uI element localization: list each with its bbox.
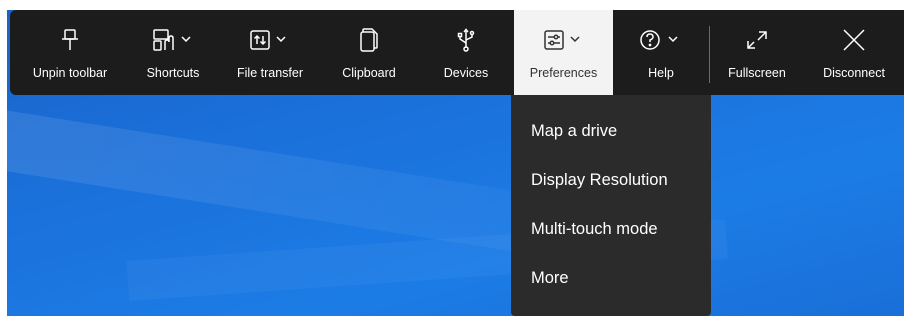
- fullscreen-label: Fullscreen: [728, 66, 786, 80]
- preferences-button[interactable]: Preferences: [514, 10, 613, 95]
- file-transfer-label: File transfer: [237, 66, 303, 80]
- preferences-icon: [543, 24, 584, 56]
- shortcuts-icon: [153, 24, 193, 56]
- file-transfer-button[interactable]: File transfer: [220, 10, 320, 95]
- menu-item-label: Map a drive: [531, 122, 618, 140]
- clipboard-icon: [359, 24, 379, 56]
- fullscreen-button[interactable]: Fullscreen: [710, 10, 804, 95]
- clipboard-label: Clipboard: [342, 66, 396, 80]
- help-button[interactable]: Help: [613, 10, 709, 95]
- menu-item-multi-touch-mode[interactable]: Multi-touch mode: [511, 205, 711, 254]
- pin-icon: [61, 24, 79, 56]
- preferences-label: Preferences: [529, 66, 598, 80]
- menu-item-label: More: [531, 269, 569, 287]
- file-transfer-icon: [250, 24, 290, 56]
- menu-item-more[interactable]: More: [511, 254, 711, 303]
- menu-item-label: Display Resolution: [531, 171, 668, 189]
- menu-item-map-a-drive[interactable]: Map a drive: [511, 107, 711, 156]
- close-icon: [842, 24, 866, 56]
- disconnect-label: Disconnect: [823, 66, 885, 80]
- menu-item-label: Multi-touch mode: [531, 220, 658, 238]
- help-label: Help: [648, 66, 674, 80]
- shortcuts-label: Shortcuts: [146, 66, 200, 80]
- preferences-dropdown-menu: Map a drive Display Resolution Multi-tou…: [511, 95, 711, 316]
- menu-item-display-resolution[interactable]: Display Resolution: [511, 156, 711, 205]
- fullscreen-icon: [745, 24, 769, 56]
- unpin-toolbar-label: Unpin toolbar: [32, 66, 108, 80]
- clipboard-button[interactable]: Clipboard: [320, 10, 418, 95]
- unpin-toolbar-button[interactable]: Unpin toolbar: [14, 10, 126, 95]
- disconnect-button[interactable]: Disconnect: [804, 10, 904, 95]
- usb-icon: [457, 24, 475, 56]
- devices-button[interactable]: Devices: [418, 10, 514, 95]
- help-icon: [640, 24, 682, 56]
- shortcuts-button[interactable]: Shortcuts: [126, 10, 220, 95]
- devices-label: Devices: [443, 66, 489, 80]
- session-toolbar: Unpin toolbar Shortcuts File transfer Cl…: [10, 10, 904, 95]
